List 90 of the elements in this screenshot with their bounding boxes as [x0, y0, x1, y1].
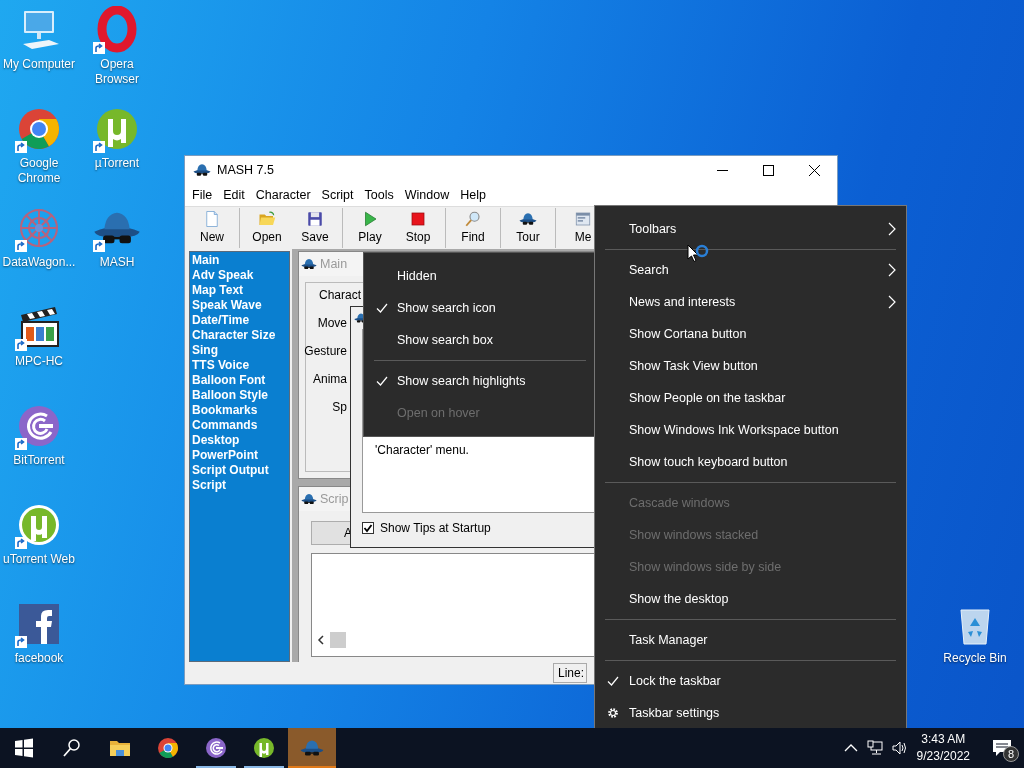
toolbar-button[interactable]: Find	[449, 208, 497, 248]
maximize-icon	[762, 164, 774, 176]
clock-date: 9/23/2022	[916, 748, 970, 765]
toolbar-button[interactable]: Open	[243, 208, 291, 248]
menu-item[interactable]: News and interests	[595, 286, 906, 318]
menu-item[interactable]: Task Manager	[595, 624, 906, 656]
menu-item[interactable]: Tools	[359, 188, 400, 202]
swirl-logo-icon	[204, 736, 228, 760]
menu-item[interactable]: Show search icon	[364, 292, 596, 324]
sidebar-item[interactable]: Date/Time	[192, 313, 287, 328]
network-icon[interactable]	[866, 740, 883, 756]
menu-item[interactable]: Help	[455, 188, 492, 202]
window-title: MASH 7.5	[217, 163, 275, 177]
check-icon	[607, 675, 619, 687]
magnifier-icon	[464, 210, 482, 228]
toolbar-button[interactable]: Play	[346, 208, 394, 248]
sidebar-item[interactable]: PowerPoint	[192, 448, 287, 463]
sidebar-item[interactable]: Character Size	[192, 328, 287, 343]
chevron-right-icon	[888, 263, 896, 277]
sidebar-item[interactable]: Bookmarks	[192, 403, 287, 418]
chevron-right-icon	[888, 222, 896, 236]
sidebar-item[interactable]: Balloon Style	[192, 388, 287, 403]
field-label: Gesture	[304, 343, 347, 359]
sidebar-item[interactable]: Balloon Font	[192, 373, 287, 388]
field-label: Sp	[332, 399, 347, 415]
windows-logo-icon	[12, 736, 36, 760]
check-icon	[376, 375, 388, 387]
sidebar-item[interactable]: Script	[192, 478, 287, 493]
hat-icon	[193, 161, 211, 179]
field-label: Anima	[313, 371, 347, 387]
toolbar-button[interactable]: Tour	[504, 208, 552, 248]
menu-item[interactable]: Show the desktop	[595, 583, 906, 615]
child-window-title: Scrip	[320, 492, 349, 506]
desktop-icon-label[interactable]: Recycle Bin	[936, 651, 1014, 666]
menu-item[interactable]: Lock the taskbar	[595, 665, 906, 697]
menu-item[interactable]: Taskbar settings	[595, 697, 906, 729]
status-panel: Line:	[553, 663, 587, 683]
checkbox[interactable]	[362, 522, 374, 534]
toolbar-button[interactable]: Save	[291, 208, 339, 248]
menu-item[interactable]: Show search highlights	[364, 365, 596, 397]
sidebar-item[interactable]: Script Output	[192, 463, 287, 478]
sidebar-item[interactable]: TTS Voice	[192, 358, 287, 373]
menu-item[interactable]: Show People on the taskbar	[595, 382, 906, 414]
toolbar-button[interactable]: New	[188, 208, 236, 248]
sidebar-item[interactable]: Commands	[192, 418, 287, 433]
notification-button[interactable]: 8	[980, 728, 1024, 768]
window-icon	[574, 210, 592, 228]
hat-icon	[301, 258, 317, 270]
menu-item[interactable]: Show Cortana button	[595, 318, 906, 350]
folder-icon	[258, 210, 276, 228]
close-icon	[808, 164, 820, 176]
field-label: Charact	[319, 287, 362, 303]
clock[interactable]: 3:43 AM 9/23/2022	[916, 731, 970, 765]
menu-item[interactable]: Show Task View button	[595, 350, 906, 382]
sidebar-item[interactable]: Sing	[192, 343, 287, 358]
hat-icon	[301, 493, 317, 505]
menu-item[interactable]: Show Windows Ink Workspace button	[595, 414, 906, 446]
tip-text: 'Character' menu.	[375, 443, 470, 457]
check-icon	[376, 302, 388, 314]
mu-logo-icon	[252, 736, 276, 760]
gear-icon	[607, 707, 619, 719]
menu-item[interactable]: Show search box	[364, 324, 596, 356]
menu-item[interactable]: Toolbars	[595, 213, 906, 245]
menu-item[interactable]: Window	[399, 188, 456, 202]
sidebar-item[interactable]: Desktop	[192, 433, 287, 448]
toolbar-button[interactable]: Stop	[394, 208, 442, 248]
document-icon	[203, 210, 221, 228]
stop-icon	[409, 210, 427, 228]
sidebar-item[interactable]: Speak Wave	[192, 298, 287, 313]
sidebar-item[interactable]: Adv Speak	[192, 268, 287, 283]
menu-item[interactable]: Character	[250, 188, 317, 202]
clock-time: 3:43 AM	[921, 731, 966, 748]
browser-logo-icon	[156, 736, 180, 760]
menu-item[interactable]: Show touch keyboard button	[595, 446, 906, 478]
scrollbar-thumb[interactable]	[330, 632, 346, 648]
menu-item[interactable]: Hidden	[364, 260, 596, 292]
hat-icon	[519, 210, 537, 228]
child-window-title: Main	[320, 257, 348, 271]
menu-item[interactable]: Script	[316, 188, 360, 202]
chevron-left-icon[interactable]	[316, 635, 326, 645]
field-label: Move	[317, 315, 347, 331]
chevron-right-icon	[888, 295, 896, 309]
checkbox-label[interactable]: Show Tips at Startup	[380, 521, 491, 535]
speaker-icon[interactable]	[890, 740, 907, 756]
menu-item[interactable]: Edit	[218, 188, 251, 202]
sidebar-item[interactable]: Map Text	[192, 283, 287, 298]
menu-item[interactable]: Search	[595, 254, 906, 286]
menu-item[interactable]: File	[187, 188, 219, 202]
notification-badge: 8	[1003, 746, 1019, 762]
sidebar-item[interactable]: Main	[192, 253, 287, 268]
